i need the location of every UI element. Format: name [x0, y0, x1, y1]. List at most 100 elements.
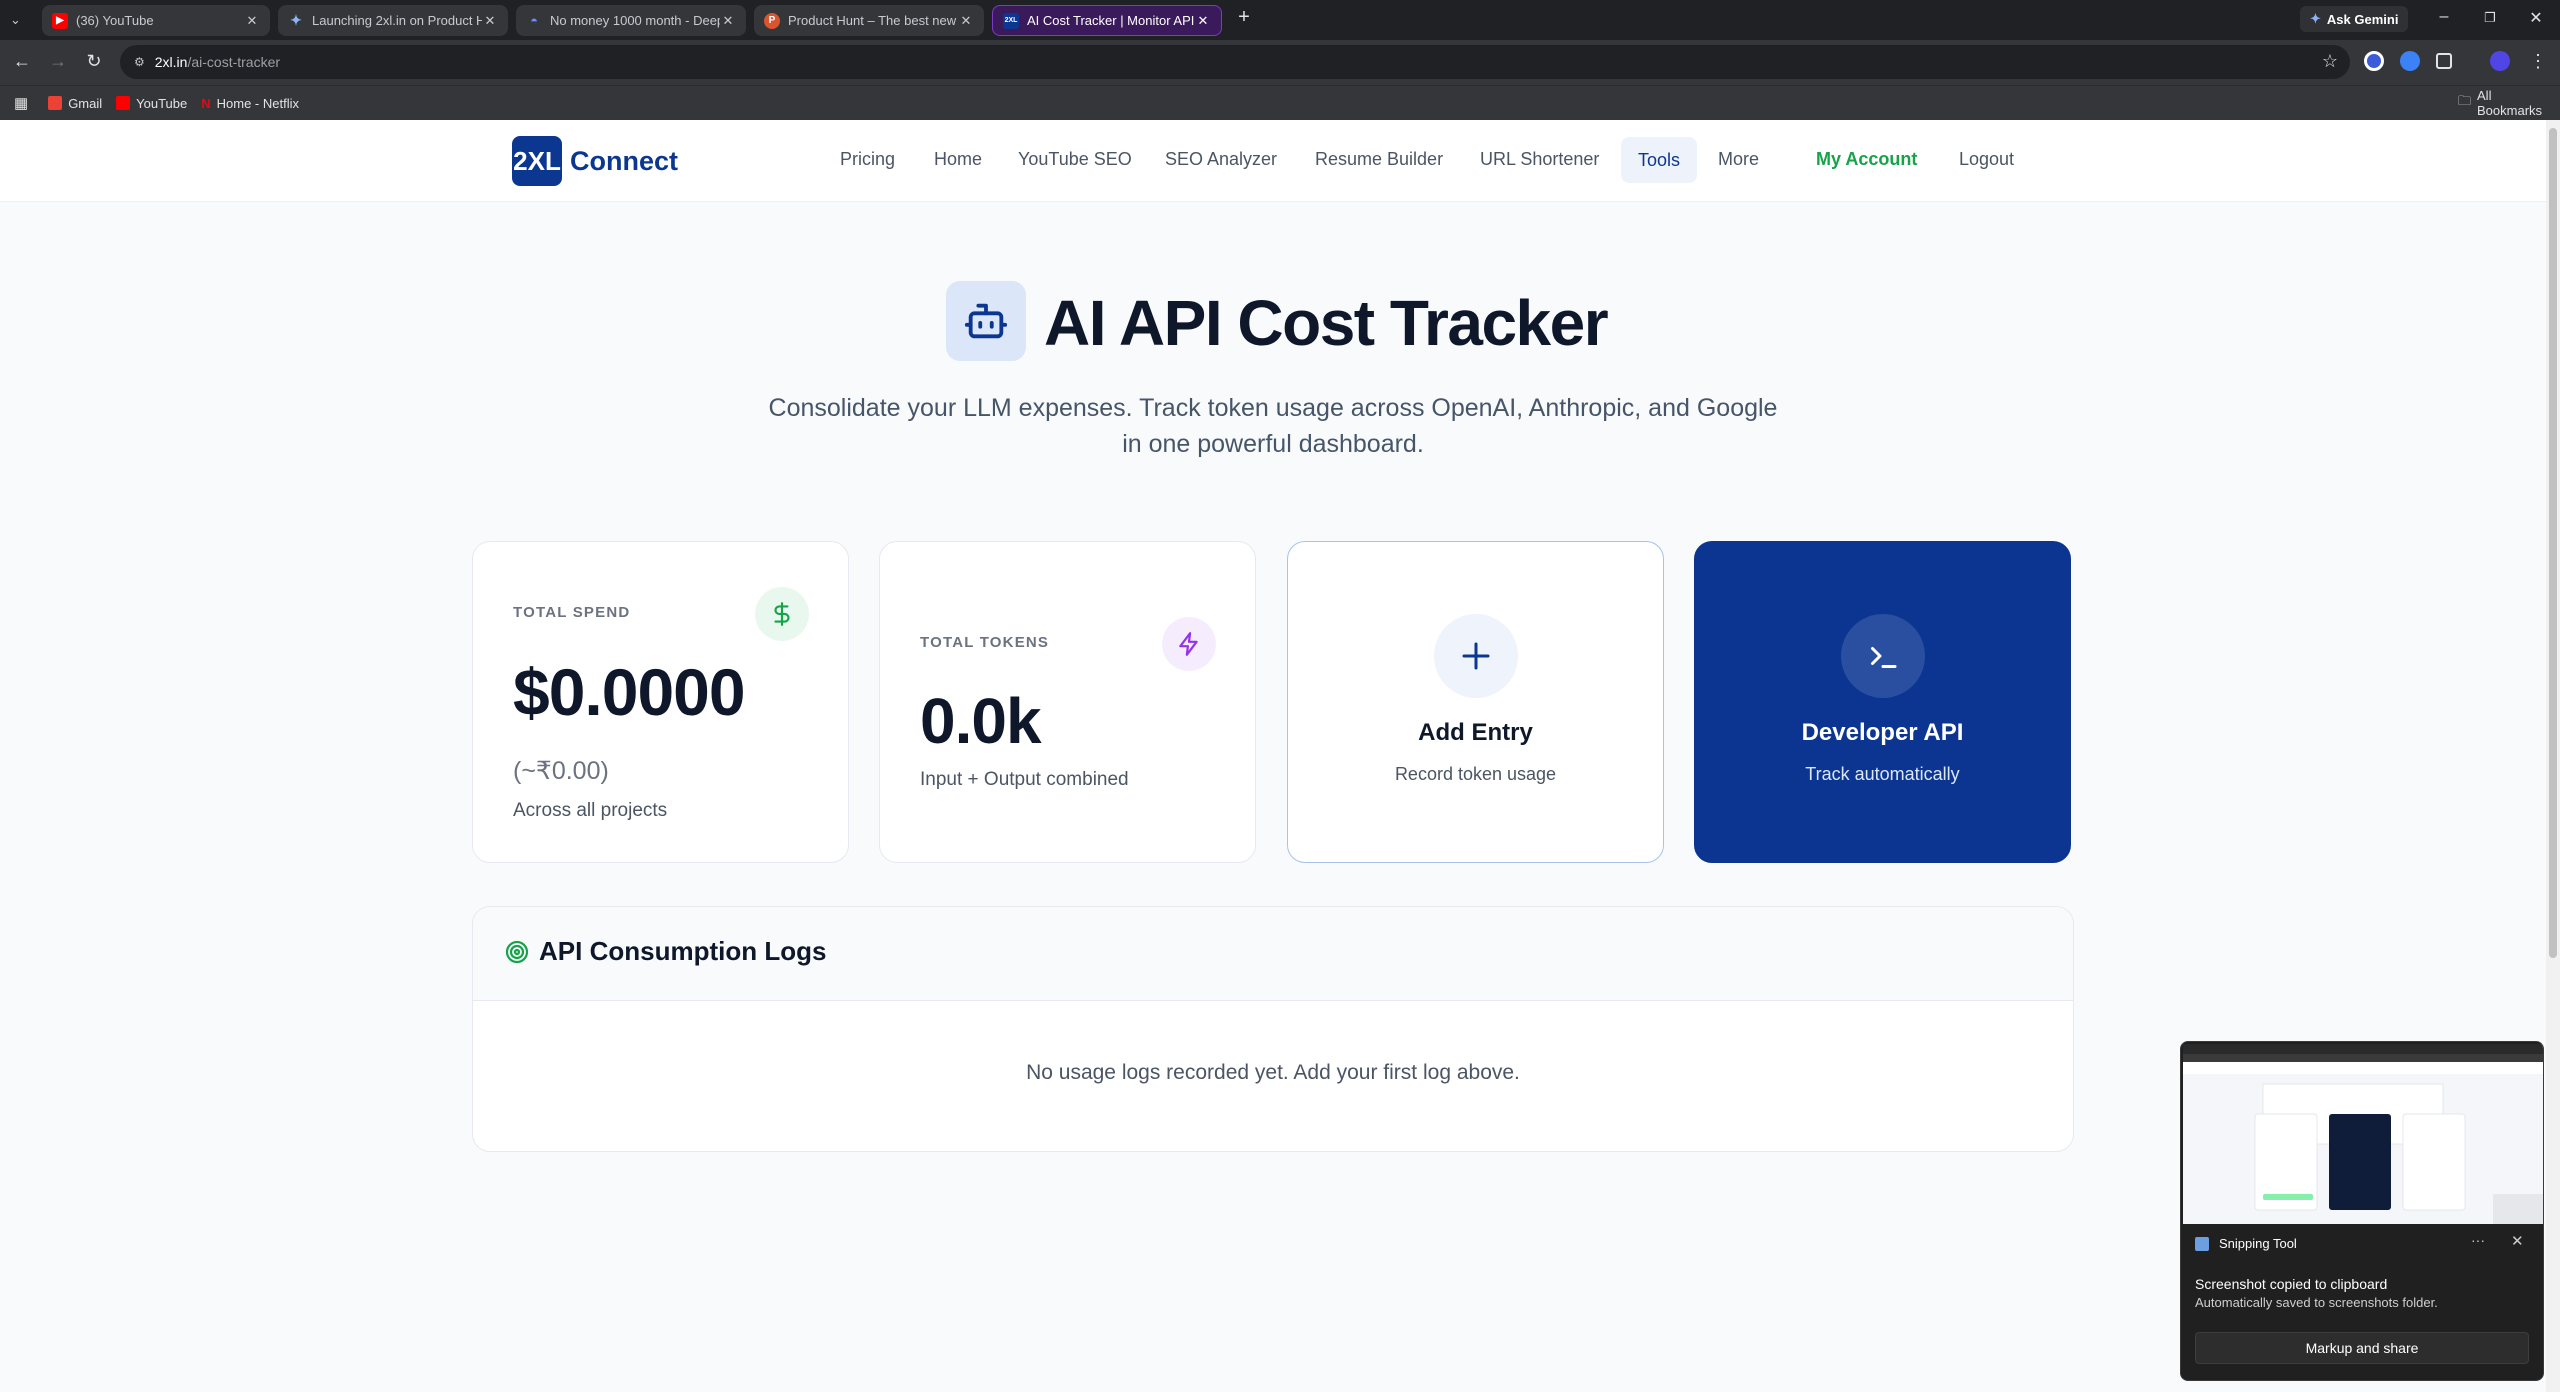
total-spend-card: TOTAL SPEND $0.0000 (~₹0.00) Across all …: [472, 541, 849, 863]
restore-icon[interactable]: ❐: [2478, 10, 2502, 26]
extensions-puzzle-icon[interactable]: [2436, 53, 2452, 69]
bookmark-label: Home - Netflix: [216, 95, 299, 111]
bookmarks-bar: ▦ Gmail YouTube N Home - Netflix 🗀 All B…: [0, 85, 2560, 120]
youtube-icon: ▶: [52, 12, 68, 29]
tab-title: No money 1000 month - Deep: [550, 13, 720, 28]
toast-submessage: Automatically saved to screenshots folde…: [2195, 1295, 2438, 1310]
ask-gemini-label: Ask Gemini: [2326, 11, 2399, 27]
site-header: 2XL Connect Pricing Home YouTube SEO SEO…: [0, 120, 2546, 202]
2xl-icon: 2XL: [1003, 12, 1019, 29]
tab-title: (36) YouTube: [76, 13, 154, 28]
more-options-icon[interactable]: ···: [2471, 1232, 2485, 1248]
nav-url-shortener[interactable]: URL Shortener: [1480, 149, 1599, 170]
url-bar[interactable]: ⚙ 2xl.in/ai-cost-tracker ☆: [120, 45, 2350, 79]
nav-youtube-seo[interactable]: YouTube SEO: [1018, 149, 1132, 170]
toast-message: Screenshot copied to clipboard: [2195, 1276, 2388, 1292]
bookmark-gmail[interactable]: Gmail: [48, 96, 102, 111]
dollar-icon: [755, 587, 809, 641]
extension-icon[interactable]: [2400, 51, 2420, 71]
snipping-tool-notification[interactable]: Snipping Tool ··· ✕ Screenshot copied to…: [2180, 1041, 2544, 1381]
tab-title: Product Hunt – The best new p: [788, 13, 958, 28]
nav-resume-builder[interactable]: Resume Builder: [1315, 149, 1443, 170]
screenshot-thumbnail[interactable]: [2183, 1044, 2543, 1224]
bookmark-label: YouTube: [136, 95, 188, 111]
stat-label: TOTAL TOKENS: [920, 634, 1050, 651]
nav-logout[interactable]: Logout: [1959, 149, 2014, 170]
close-tab-icon[interactable]: ✕: [244, 13, 260, 29]
back-arrow-icon[interactable]: ←: [10, 51, 34, 72]
nav-tools[interactable]: Tools: [1621, 137, 1697, 183]
browser-tab[interactable]: ▶ (36) YouTube ✕: [42, 5, 270, 36]
nav-more[interactable]: More: [1718, 149, 1759, 170]
nav-my-account[interactable]: My Account: [1816, 149, 1917, 170]
close-tab-icon[interactable]: ✕: [482, 13, 498, 29]
close-window-icon[interactable]: ✕: [2524, 8, 2548, 28]
terminal-icon: [1841, 614, 1925, 698]
gemini-icon: ✦: [2310, 11, 2321, 26]
add-entry-subtitle: Record token usage: [1394, 764, 1557, 784]
menu-kebab-icon[interactable]: ⋮: [2526, 51, 2550, 72]
bookmark-star-icon[interactable]: ☆: [2322, 51, 2338, 72]
site-info-icon[interactable]: ⚙: [134, 55, 145, 69]
forward-arrow-icon[interactable]: →: [46, 51, 70, 72]
url-host: 2xl.in: [154, 54, 188, 70]
apps-grid-icon[interactable]: ▦: [14, 94, 28, 112]
netflix-icon: N: [201, 95, 211, 111]
api-consumption-logs: API Consumption Logs No usage logs recor…: [472, 906, 2074, 1152]
total-spend-inr: (~₹0.00): [513, 757, 609, 785]
logs-header: API Consumption Logs: [473, 907, 2073, 1001]
deepseek-icon: ◓: [530, 13, 538, 28]
new-tab-icon[interactable]: +: [1232, 6, 1256, 29]
minimize-icon[interactable]: –: [2432, 8, 2456, 26]
stat-note: Input + Output combined: [920, 769, 1129, 790]
bookmark-netflix[interactable]: N Home - Netflix: [201, 96, 299, 111]
logs-title: API Consumption Logs: [539, 936, 827, 966]
scrollbar-thumb[interactable]: [2549, 128, 2557, 958]
gemini-icon: ✦: [290, 12, 302, 28]
gmail-icon: [48, 96, 63, 110]
nav-seo-analyzer[interactable]: SEO Analyzer: [1165, 149, 1277, 170]
tab-title: AI Cost Tracker | Monitor API U: [1027, 13, 1195, 28]
logo-mark: 2XL: [512, 136, 562, 186]
browser-tab[interactable]: ◓ No money 1000 month - Deep ✕: [516, 5, 746, 36]
web-page: 2XL Connect Pricing Home YouTube SEO SEO…: [0, 120, 2546, 1392]
robot-icon: [946, 281, 1026, 361]
browser-tab[interactable]: ✦ Launching 2xl.in on Product Hu ✕: [278, 5, 508, 36]
nav-pricing[interactable]: Pricing: [840, 149, 895, 170]
tab-search-chevron-icon[interactable]: ⌄: [10, 12, 21, 28]
url-path: /ai-cost-tracker: [187, 54, 281, 70]
add-entry-card[interactable]: Add Entry Record token usage: [1287, 541, 1664, 863]
close-tab-icon[interactable]: ✕: [720, 13, 736, 29]
youtube-icon: [116, 96, 131, 110]
extension-icon[interactable]: [2364, 51, 2384, 71]
browser-tab-active[interactable]: 2XL AI Cost Tracker | Monitor API U ✕: [992, 5, 1222, 36]
logs-empty-state: No usage logs recorded yet. Add your fir…: [1026, 1061, 1520, 1084]
total-tokens-value: 0.0k: [920, 685, 1042, 757]
page-scrollbar[interactable]: [2546, 120, 2560, 1392]
developer-api-card[interactable]: Developer API Track automatically: [1694, 541, 2071, 863]
close-icon[interactable]: ✕: [2511, 1232, 2524, 1250]
plus-icon: [1434, 614, 1518, 698]
ask-gemini-button[interactable]: ✦ Ask Gemini: [2300, 6, 2409, 32]
close-tab-icon[interactable]: ✕: [1195, 13, 1211, 29]
profile-avatar[interactable]: [2490, 51, 2510, 71]
total-tokens-card: TOTAL TOKENS 0.0k Input + Output combine…: [879, 541, 1256, 863]
add-entry-title: Add Entry: [1418, 719, 1533, 746]
markup-and-share-button[interactable]: Markup and share: [2195, 1332, 2529, 1364]
browser-tab[interactable]: P Product Hunt – The best new p ✕: [754, 5, 984, 36]
logo-text: Connect: [570, 145, 678, 176]
nav-home[interactable]: Home: [934, 149, 982, 170]
close-tab-icon[interactable]: ✕: [958, 13, 974, 29]
bookmark-label: Gmail: [68, 95, 103, 111]
developer-api-title: Developer API: [1801, 719, 1964, 746]
total-spend-value: $0.0000: [513, 655, 746, 729]
producthunt-icon: P: [764, 12, 780, 29]
stat-note: Across all projects: [513, 800, 668, 821]
reload-icon[interactable]: ↻: [82, 51, 106, 72]
bookmark-youtube[interactable]: YouTube: [116, 96, 187, 111]
address-toolbar: ← → ↻ ⚙ 2xl.in/ai-cost-tracker ☆ ⋮: [0, 40, 2560, 85]
all-bookmarks[interactable]: 🗀 All Bookmarks: [2458, 88, 2560, 118]
toast-app-label: Snipping Tool: [2219, 1236, 2297, 1251]
site-logo[interactable]: 2XL Connect: [512, 136, 678, 186]
folder-icon: 🗀: [2458, 93, 2472, 108]
